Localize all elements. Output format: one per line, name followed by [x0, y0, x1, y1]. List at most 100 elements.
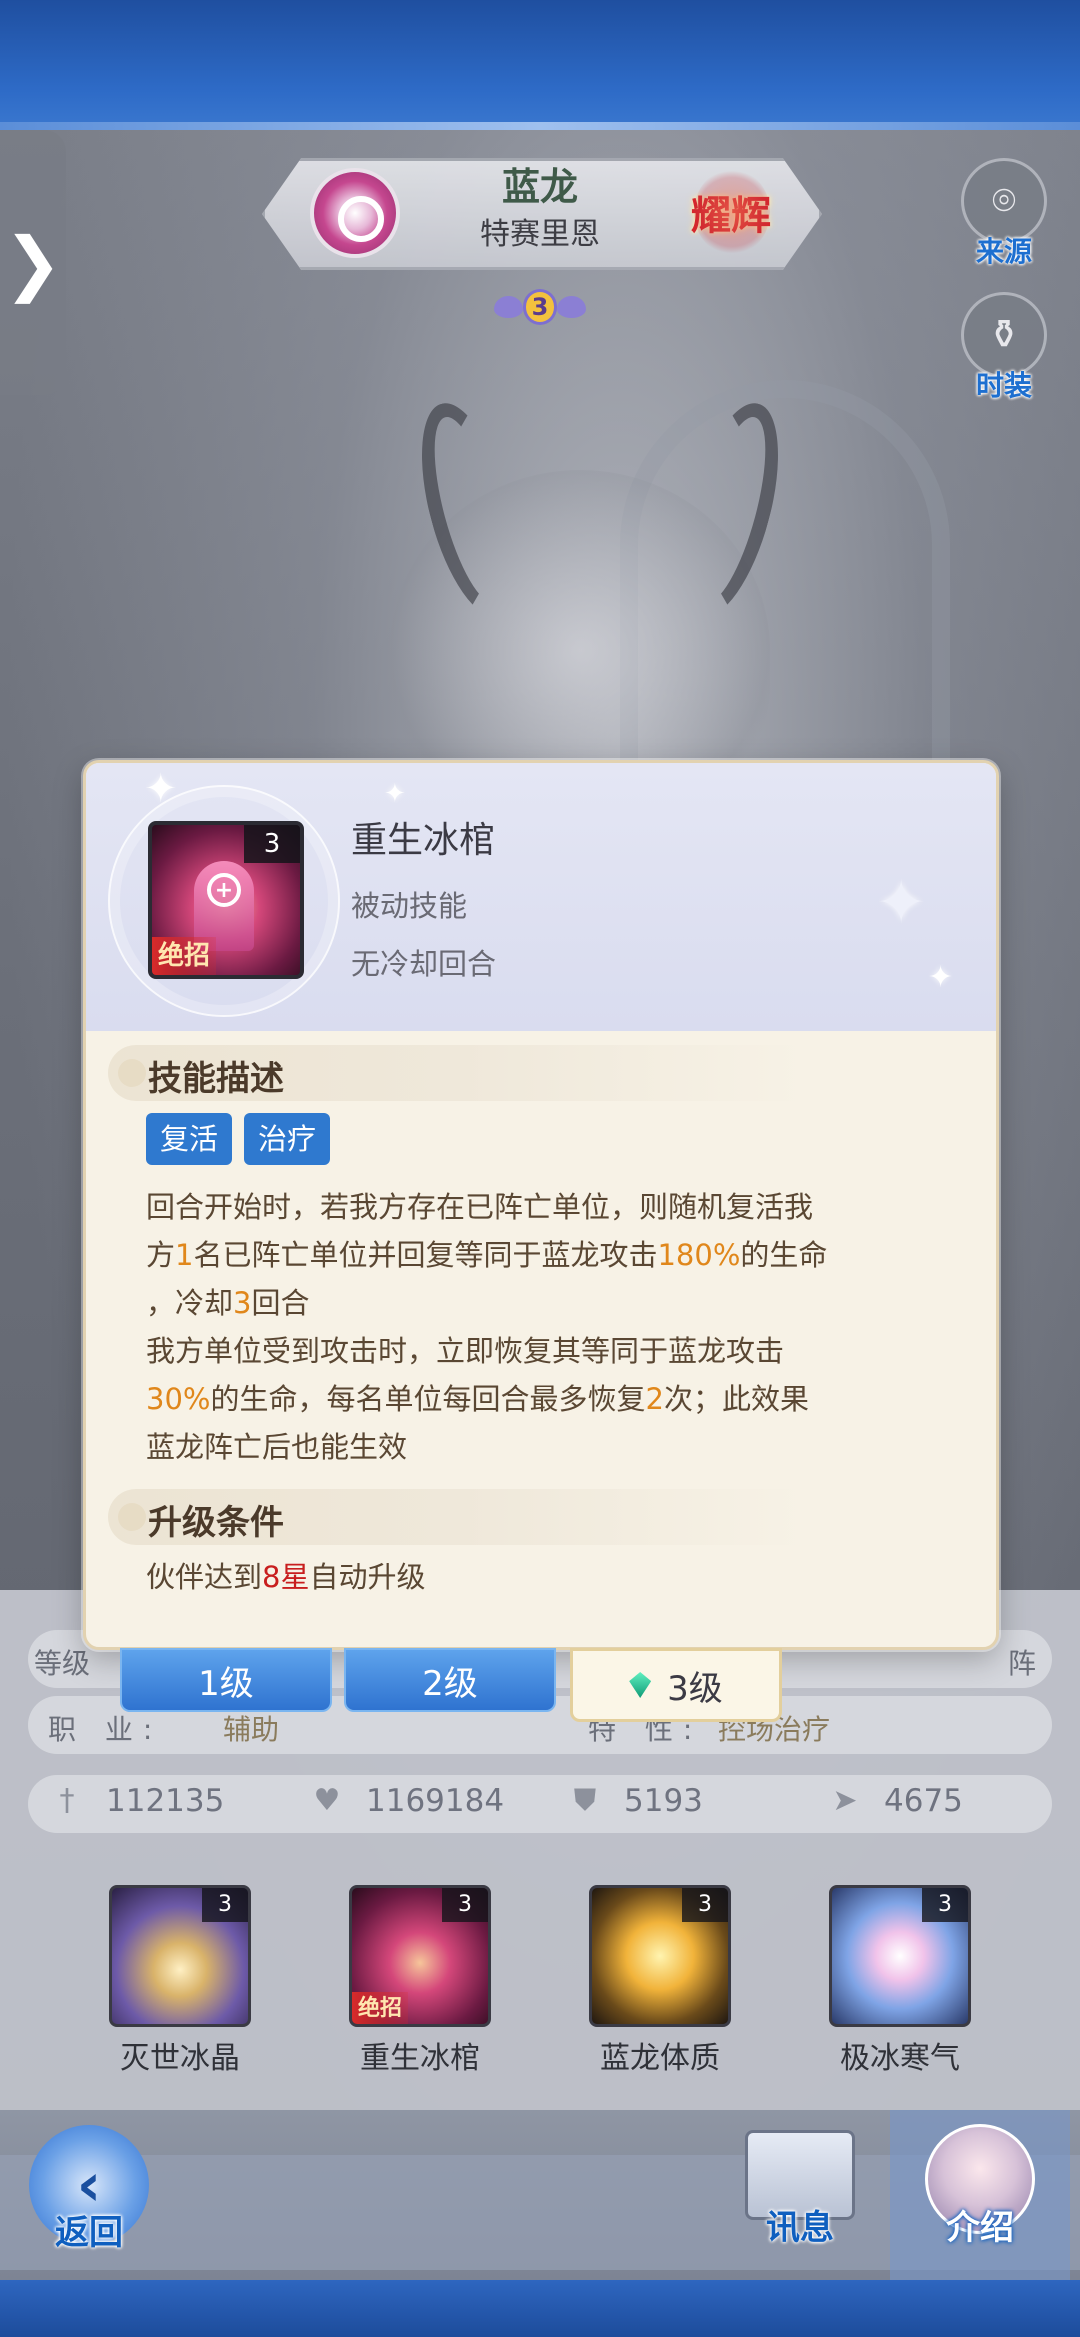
sparkle-icon: ✦	[928, 960, 954, 995]
tag-heal: 治疗	[244, 1113, 331, 1165]
sparkle-icon: ✦	[384, 779, 406, 809]
upgrade-suffix: 自动升级	[309, 1560, 426, 1594]
defense-value: 5193	[624, 1783, 703, 1819]
tag-revive: 复活	[146, 1113, 233, 1165]
skill-type: 被动技能	[351, 889, 468, 923]
attack-value: 112135	[106, 1783, 225, 1819]
skill-name: 灭世冰晶	[120, 2041, 240, 2076]
skill-description: 回合开始时，若我方存在已阵亡单位，则随机复活我 方1名已阵亡单位并回复等同于蓝龙攻…	[146, 1183, 966, 1471]
speed-stat: ➤ 4675	[828, 1783, 963, 1819]
skill-level: 3	[244, 825, 300, 863]
level-tab-label: 3级	[667, 1668, 723, 1709]
skill-tags: 复活 治疗	[146, 1113, 331, 1165]
boot-icon: ➤	[832, 1783, 858, 1818]
outfit-label: 时装	[975, 369, 1032, 402]
description-text: 蓝龙阵亡后也能生效	[146, 1430, 408, 1464]
gem-icon	[629, 1672, 652, 1698]
skill-slot-4[interactable]: 3 极冰寒气	[820, 1885, 980, 2077]
chevron-right-icon: ❯	[3, 221, 63, 304]
description-highlight: 180%	[657, 1238, 741, 1272]
star-count: 3	[522, 289, 558, 325]
upgrade-prefix: 伙伴达到	[146, 1560, 263, 1594]
skill-name: 重生冰棺	[351, 820, 496, 861]
description-line: ，冷却3回合	[146, 1279, 966, 1327]
stats-row: † 112135 ♥ 1169184 ⛊ 5193 ➤ 4675	[28, 1775, 1052, 1833]
faction-icon	[310, 168, 400, 258]
top-banner	[0, 0, 1080, 130]
ultimate-tag: 绝招	[352, 1992, 409, 2024]
description-header: 技能描述	[108, 1045, 808, 1101]
level-tab-3[interactable]: 3级	[570, 1648, 782, 1722]
description-text: ，冷却	[146, 1286, 234, 1320]
back-label: 返回	[55, 2213, 123, 2253]
upgrade-header: 升级条件	[108, 1489, 808, 1545]
bullet-icon	[118, 1059, 146, 1087]
sparkle-icon: ✦	[876, 868, 927, 938]
description-text: 名已阵亡单位并回复等同于蓝龙攻击	[193, 1238, 658, 1272]
description-line: 回合开始时，若我方存在已阵亡单位，则随机复活我	[146, 1183, 966, 1231]
source-label: 来源	[975, 235, 1032, 268]
hero-name: 蓝龙	[501, 165, 578, 209]
skill-cooldown: 无冷却回合	[351, 947, 497, 981]
description-highlight: 1	[175, 1238, 194, 1272]
description-highlight: 30%	[146, 1382, 211, 1416]
source-button[interactable]: ⌾ 来源	[958, 158, 1050, 270]
description-line: 方1名已阵亡单位并回复等同于蓝龙攻击180%的生命	[146, 1231, 966, 1279]
level-tab-1[interactable]: 1级	[120, 1648, 332, 1712]
description-line: 蓝龙阵亡后也能生效	[146, 1423, 966, 1471]
hp-value: 1169184	[366, 1783, 505, 1819]
star-level-badge: 3	[494, 284, 587, 330]
description-highlight: 2	[645, 1382, 664, 1416]
description-line: 30%的生命，每名单位每回合最多恢复2次；此效果	[146, 1375, 966, 1423]
defense-stat: ⛊ 5193	[568, 1783, 703, 1819]
side-drawer-toggle[interactable]: ❯	[0, 130, 66, 395]
info-button[interactable]: 讯息	[740, 2130, 860, 2249]
bottom-banner	[0, 2280, 1080, 2337]
hero-title: 特赛里恩	[480, 217, 600, 252]
speed-value: 4675	[884, 1783, 963, 1819]
hp-stat: ♥ 1169184	[310, 1783, 505, 1819]
rank-badge: 耀辉	[676, 163, 786, 261]
bullet-icon	[118, 1503, 146, 1531]
description-text: 的生命	[740, 1238, 828, 1272]
attack-stat: † 112135	[50, 1783, 225, 1819]
job-value: 辅助	[223, 1713, 280, 1746]
outfit-button[interactable]: ⚱ 时装	[958, 292, 1050, 404]
description-header-text: 技能描述	[148, 1059, 284, 1099]
shield-icon: ⛊	[573, 1783, 597, 1818]
skill-name: 极冰寒气	[840, 2041, 960, 2076]
level-tab-label: 1级	[198, 1663, 254, 1704]
upgrade-condition: 伙伴达到8星自动升级	[146, 1553, 425, 1601]
cross-icon: +	[207, 873, 241, 907]
skill-level: 3	[682, 1888, 728, 1922]
dragon-constitution-skill-icon: 3	[589, 1885, 731, 2027]
intro-label: 介绍	[946, 2208, 1014, 2248]
upgrade-header-text: 升级条件	[148, 1503, 284, 1543]
description-text: 我方单位受到攻击时，立即恢复其等同于蓝龙攻击	[146, 1334, 785, 1368]
level-row-right: 阵	[1007, 1647, 1036, 1680]
job-label: 职 业:	[48, 1713, 163, 1746]
frost-aura-skill-icon: 3	[829, 1885, 971, 2027]
skill-level: 3	[442, 1888, 488, 1922]
ice-coffin-skill-icon: 3 绝招	[349, 1885, 491, 2027]
skill-slot-3[interactable]: 3 蓝龙体质	[580, 1885, 740, 2077]
back-button[interactable]: ‹ 返回	[14, 2125, 164, 2254]
skill-level: 3	[922, 1888, 968, 1922]
skill-slot-2[interactable]: 3 绝招 重生冰棺	[340, 1885, 500, 2077]
wing-right-icon	[557, 296, 587, 318]
ice-coffin-skill-icon: + 3 绝招	[148, 821, 304, 979]
info-label: 讯息	[766, 2208, 834, 2248]
level-tab-label: 2级	[422, 1663, 478, 1704]
ice-crystal-skill-icon: 3	[109, 1885, 251, 2027]
description-text: 回合	[251, 1286, 310, 1320]
description-text: 次；此效果	[663, 1382, 809, 1416]
intro-button[interactable]: 介绍	[890, 2110, 1070, 2280]
skill-slot-1[interactable]: 3 灭世冰晶	[100, 1885, 260, 2077]
skill-level: 3	[202, 1888, 248, 1922]
skill-name: 蓝龙体质	[600, 2041, 720, 2076]
description-text: 方	[146, 1238, 176, 1272]
level-tab-2[interactable]: 2级	[344, 1648, 556, 1712]
popup-header: ✦ ✦ ✦ ✦ + 3 绝招 重生冰棺 被动技能 无冷却回合	[86, 763, 996, 1031]
ultimate-tag: 绝招	[152, 937, 217, 975]
description-text: 回合开始时，若我方存在已阵亡单位，则随机复活我	[146, 1190, 814, 1224]
